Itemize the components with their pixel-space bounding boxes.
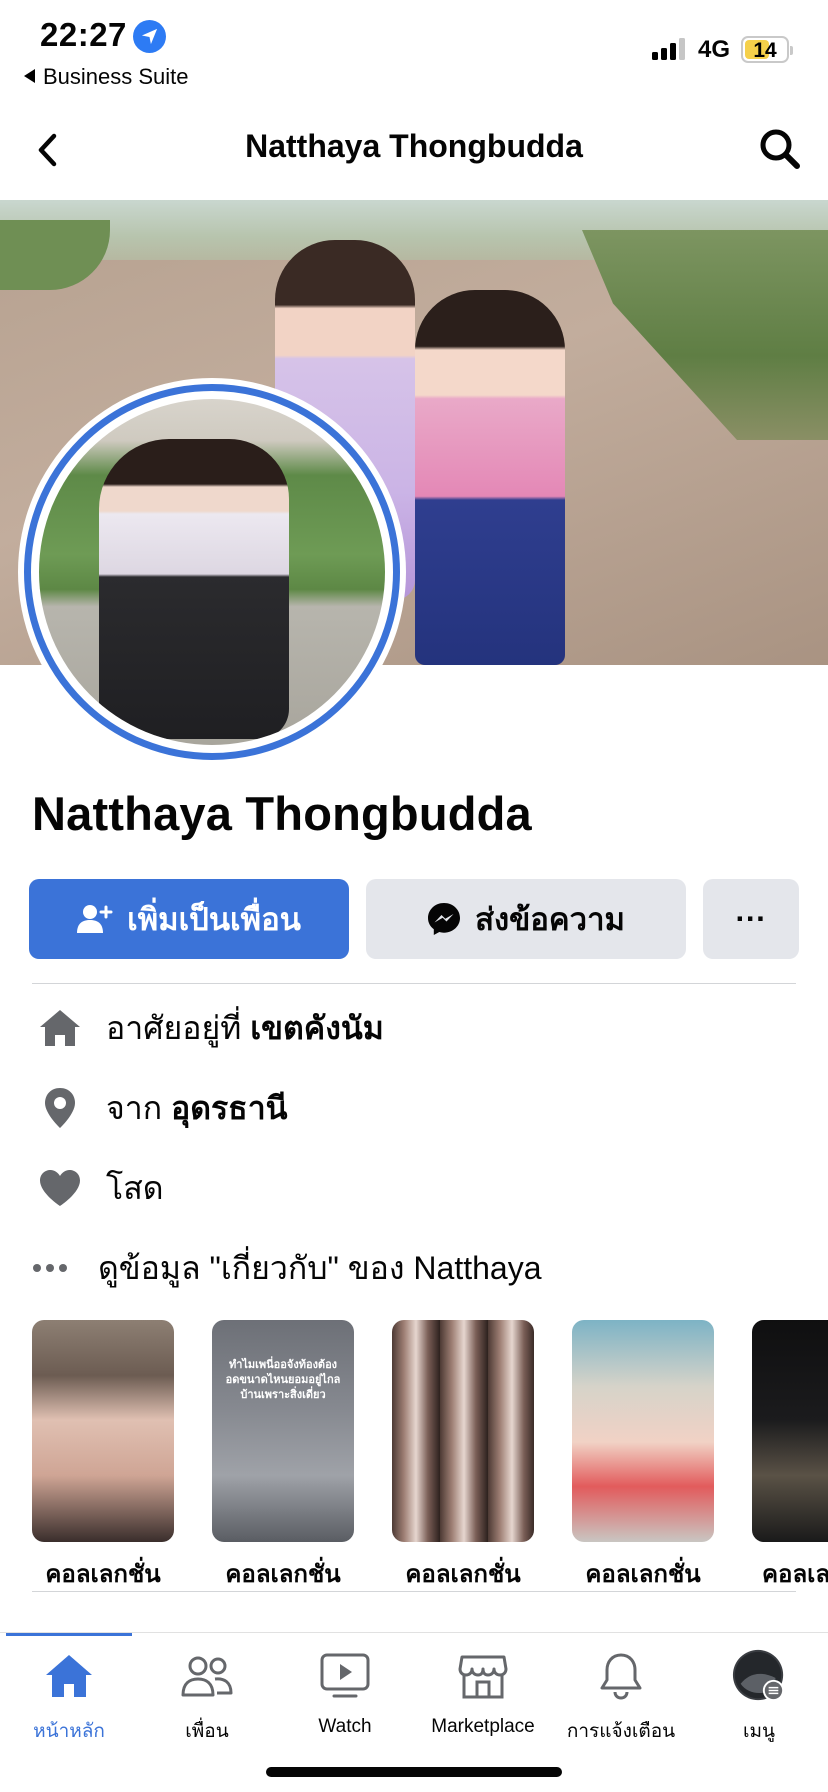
location-arrow-icon [133, 20, 166, 53]
message-button[interactable]: ส่งข้อความ [366, 879, 686, 959]
collection-label: คอลเลกชั่น [405, 1561, 521, 1588]
tab-menu[interactable]: เมนู [690, 1649, 828, 1746]
more-options-button[interactable]: ··· [703, 879, 799, 959]
info-from[interactable]: จาก อุดรธานี [32, 1078, 288, 1138]
profile-name: Natthaya Thongbudda [32, 787, 532, 840]
message-label: ส่งข้อความ [475, 902, 625, 937]
tab-notifications[interactable]: การแจ้งเตือน [552, 1650, 690, 1746]
collection-item[interactable]: ทำไมเพนี่ออจังท้องต้องอดขนาดไหนยอมอยู่ไก… [212, 1320, 354, 1593]
add-friend-label: เพิ่มเป็นเพื่อน [127, 902, 301, 937]
collection-item[interactable]: คอลเลกชั่น [752, 1320, 828, 1593]
divider [32, 1591, 796, 1592]
from-value: อุดรธานี [170, 1089, 288, 1126]
lives-prefix: อาศัยอยู่ที่ [106, 1009, 242, 1046]
chevron-left-icon[interactable] [30, 130, 70, 170]
tab-watch[interactable]: Watch [276, 1650, 414, 1738]
collection-label: คอลเลกชั่น [762, 1561, 828, 1588]
tab-marketplace[interactable]: Marketplace [414, 1650, 552, 1738]
battery-icon: 14 [741, 36, 793, 63]
tab-friends[interactable]: เพื่อน [138, 1650, 276, 1746]
avatar[interactable] [39, 399, 385, 745]
collection-thumbnail: ทำไมเพนี่ออจังท้องต้องอดขนาดไหนยอมอยู่ไก… [212, 1320, 354, 1542]
back-app-label: Business Suite [43, 64, 189, 89]
tab-home[interactable]: หน้าหลัก [0, 1650, 138, 1746]
info-lives-in[interactable]: อาศัยอยู่ที่ เขตคังนัม [32, 998, 384, 1058]
marketplace-icon [455, 1650, 511, 1702]
watch-icon [317, 1650, 373, 1702]
back-triangle-icon [24, 69, 35, 83]
tab-label: Watch [318, 1716, 372, 1737]
tab-label: Marketplace [431, 1716, 535, 1737]
collection-thumbnail [572, 1320, 714, 1542]
tab-label: เพื่อน [185, 1721, 229, 1742]
see-about-link[interactable]: ดูข้อมูล "เกี่ยวกับ" ของ Natthaya [32, 1238, 541, 1298]
info-relationship: โสด [32, 1158, 164, 1218]
divider [32, 983, 796, 984]
collection-thumb-text: ทำไมเพนี่ออจังท้องต้องอดขนาดไหนยอมอยู่ไก… [225, 1359, 341, 1401]
see-about-label: ดูข้อมูล "เกี่ยวกับ" ของ Natthaya [98, 1249, 542, 1286]
page-header: Natthaya Thongbudda [0, 112, 828, 186]
add-friend-button[interactable]: เพิ่มเป็นเพื่อน [29, 879, 349, 959]
tab-label: การแจ้งเตือน [566, 1721, 676, 1742]
home-icon [32, 1004, 88, 1052]
back-to-app-link[interactable]: Business Suite [24, 64, 189, 90]
status-bar: 22:27 Business Suite 4G 14 [0, 0, 828, 96]
from-prefix: จาก [106, 1089, 163, 1126]
heart-icon [32, 1164, 88, 1212]
cellular-signal-icon [652, 38, 685, 60]
page-title: Natthaya Thongbudda [245, 128, 583, 164]
battery-level: 14 [753, 39, 777, 62]
bell-icon [593, 1650, 649, 1702]
collection-item[interactable]: คอลเลกชั่น [572, 1320, 714, 1593]
home-indicator [266, 1767, 562, 1777]
active-tab-indicator [6, 1633, 132, 1636]
more-dots-icon: ··· [735, 901, 767, 936]
collection-label: คอลเลกชั่น [585, 1561, 701, 1588]
collection-item[interactable]: คอลเลกชั่น [392, 1320, 534, 1593]
add-friend-icon [77, 903, 113, 935]
collection-thumbnail [32, 1320, 174, 1542]
more-dots-icon [32, 1244, 82, 1292]
messenger-icon [427, 902, 461, 936]
collection-label: คอลเลกชั่น [225, 1561, 341, 1588]
collection-thumbnail [392, 1320, 534, 1542]
status-time: 22:27 [40, 16, 127, 53]
lives-value: เขตคังนัม [250, 1009, 384, 1046]
search-icon[interactable] [757, 126, 803, 172]
relationship-status: โสด [106, 1169, 164, 1206]
network-type: 4G [698, 36, 731, 63]
collection-label: คอลเลกชั่น [45, 1561, 161, 1588]
home-icon [41, 1650, 97, 1702]
menu-avatar-icon [731, 1649, 787, 1702]
friends-icon [179, 1650, 235, 1702]
location-pin-icon [32, 1084, 88, 1132]
collection-item[interactable]: คอลเลกชั่น [32, 1320, 174, 1593]
tab-label: หน้าหลัก [33, 1721, 105, 1742]
tab-label: เมนู [742, 1721, 775, 1742]
collection-thumbnail [752, 1320, 828, 1542]
